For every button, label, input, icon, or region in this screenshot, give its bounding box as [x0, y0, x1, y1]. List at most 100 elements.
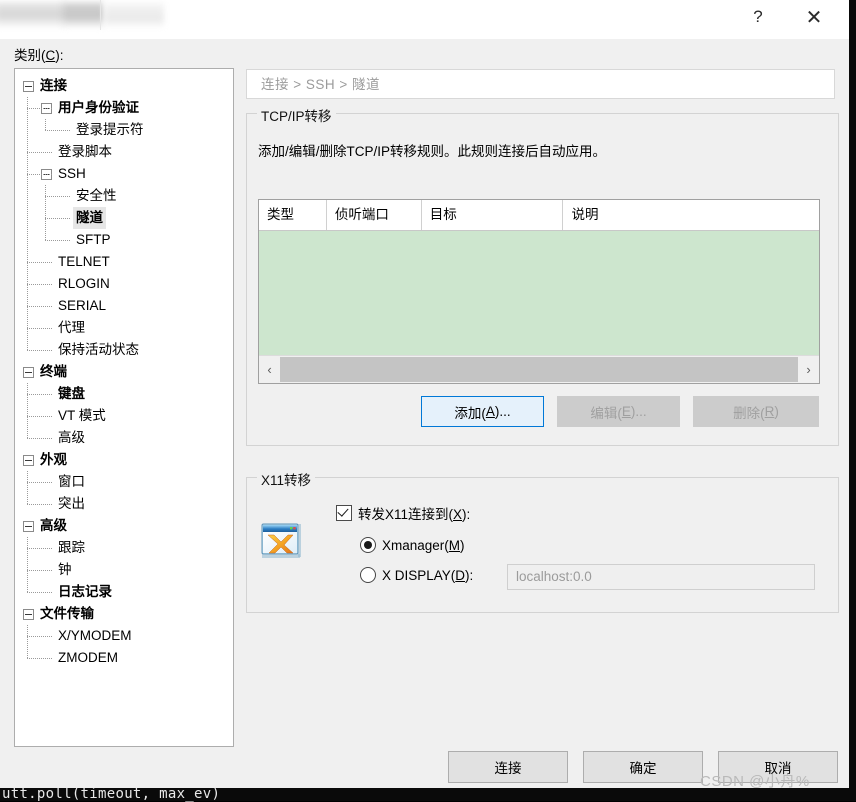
tree-connector [27, 394, 53, 395]
xdisplay-input[interactable]: localhost:0.0 [507, 564, 815, 590]
tree-item-label: RLOGIN [58, 276, 110, 291]
tree-connector [27, 152, 53, 153]
tcpip-forwarding-title: TCP/IP转移 [257, 105, 336, 125]
table-horizontal-scrollbar[interactable]: ‹ › [259, 355, 819, 383]
forward-x11-label: 转发X11连接到(X): [358, 503, 470, 523]
tree-connector [27, 548, 53, 549]
xdisplay-radio-row[interactable]: X DISPLAY(D): [360, 567, 473, 583]
tree-item-label: 突出 [58, 496, 85, 511]
column-header-description[interactable]: 说明 [563, 200, 819, 230]
collapse-icon[interactable] [23, 609, 34, 620]
xdisplay-label-prefix: X DISPLAY( [382, 567, 456, 583]
tree-item-label: 日志记录 [58, 584, 112, 599]
tree-guide [27, 471, 28, 504]
tree-item-20[interactable]: 高级 [15, 515, 233, 537]
tree-connector [27, 306, 53, 307]
xdisplay-radio[interactable] [360, 567, 376, 583]
tree-guide [27, 537, 28, 592]
tree-connector [27, 108, 53, 109]
collapse-icon[interactable] [23, 367, 34, 378]
add-rule-label-prefix: 添加( [454, 405, 486, 421]
tree-item-label: 连接 [40, 78, 67, 93]
delete-rule-accesskey: R [764, 404, 775, 419]
forward-x11-accesskey: X [453, 507, 463, 522]
scrollbar-thumb[interactable] [280, 357, 798, 382]
category-label-suffix: ): [55, 48, 64, 63]
category-tree[interactable]: 连接 用户身份验证 登录提示符 登录脚本 SSH 安全性 隧道 SFTP TELNET RLOGI… [14, 68, 234, 747]
tree-guide [45, 119, 46, 130]
tree-item-label: SFTP [76, 232, 111, 247]
scroll-left-icon[interactable]: ‹ [259, 357, 280, 382]
tree-item-label: 窗口 [58, 474, 85, 489]
tree-item-label: 高级 [40, 518, 67, 533]
edit-rule-button[interactable]: 编辑(E)... [557, 396, 680, 427]
add-rule-accesskey: A [485, 404, 495, 419]
column-header-type[interactable]: 类型 [259, 200, 327, 230]
xmanager-radio[interactable] [360, 537, 376, 553]
tree-item-17[interactable]: 外观 [15, 449, 233, 471]
tree-item-label: 跟踪 [58, 540, 85, 555]
tree-item-label: 隧道 [73, 207, 106, 229]
collapse-icon[interactable] [23, 521, 34, 532]
table-header-row: 类型 侦听端口 目标 说明 [259, 200, 819, 231]
tree-connector [27, 350, 53, 351]
tree-item-label: 保持活动状态 [58, 342, 139, 357]
table-body-empty[interactable] [259, 231, 819, 355]
add-rule-button[interactable]: 添加(A)... [421, 396, 544, 427]
x11-forwarding-group: X11转移 [246, 469, 839, 613]
tree-item-label: 登录提示符 [76, 122, 144, 137]
tree-item-label: 安全性 [76, 188, 117, 203]
column-header-destination[interactable]: 目标 [421, 200, 564, 230]
tree-item-0[interactable]: 连接 [15, 75, 233, 97]
tree-item-label: 代理 [58, 320, 85, 335]
edit-rule-label-suffix: )... [630, 404, 647, 419]
category-label: 类别(C): [14, 44, 64, 64]
tree-connector [27, 570, 53, 571]
category-label-prefix: 类别( [14, 48, 46, 63]
xmanager-accesskey: M [448, 537, 461, 553]
tree-item-label: SERIAL [58, 298, 107, 313]
ssh-tunneling-options-dialog: ? ✕ 类别(C): 连接 用户身份验证 登录提示符 登录脚本 SSH 安全性 隧道 SFTP… [0, 0, 849, 788]
forward-x11-checkbox[interactable] [336, 505, 352, 521]
tree-item-label: 高级 [58, 430, 85, 445]
edit-rule-accesskey: E [621, 404, 631, 419]
delete-rule-button[interactable]: 删除(R) [693, 396, 819, 427]
forwarding-rules-table[interactable]: 类型 侦听端口 目标 说明 ‹ › [258, 199, 820, 384]
title-bar: ? ✕ [0, 0, 849, 39]
collapse-icon[interactable] [23, 455, 34, 466]
tree-item-24[interactable]: 文件传输 [15, 603, 233, 625]
tree-connector [27, 284, 53, 285]
tcpip-forwarding-description: 添加/编辑/删除TCP/IP转移规则。此规则连接后自动应用。 [258, 144, 607, 159]
forward-x11-label-prefix: 转发X11连接到( [358, 507, 454, 522]
collapse-icon[interactable] [23, 81, 34, 92]
tree-item-label: VT 模式 [58, 408, 106, 423]
tree-item-label: SSH [58, 166, 86, 181]
cancel-button[interactable]: 取消 [718, 751, 838, 783]
title-tab-separator [100, 0, 101, 30]
tree-item-13[interactable]: 终端 [15, 361, 233, 383]
redacted-title-block-2 [62, 0, 104, 28]
redacted-title-block-1 [0, 0, 66, 28]
edit-rule-label-prefix: 编辑( [590, 405, 622, 421]
xmanager-label: Xmanager(M) [382, 538, 465, 553]
close-icon[interactable]: ✕ [791, 0, 837, 34]
xdisplay-label: X DISPLAY(D): [382, 568, 473, 583]
xmanager-label-suffix: ) [460, 537, 465, 553]
xdisplay-accesskey: D [455, 567, 466, 583]
ok-button[interactable]: 确定 [583, 751, 703, 783]
xmanager-radio-row[interactable]: Xmanager(M) [360, 537, 465, 553]
tree-connector [27, 482, 53, 483]
column-header-listen-port[interactable]: 侦听端口 [326, 200, 422, 230]
forward-x11-checkbox-row[interactable]: 转发X11连接到(X): [336, 503, 470, 523]
tree-connector [27, 262, 53, 263]
tree-connector [27, 438, 53, 439]
tree-connector [27, 174, 53, 175]
help-icon[interactable]: ? [735, 0, 781, 34]
background-terminal-line: utt.poll(timeout, max_ev) [2, 786, 221, 802]
scroll-right-icon[interactable]: › [798, 357, 819, 382]
tree-item-label: 终端 [40, 364, 67, 379]
connect-button[interactable]: 连接 [448, 751, 568, 783]
tree-connector [27, 504, 53, 505]
tree-item-label: 外观 [40, 452, 67, 467]
tree-item-label: 用户身份验证 [58, 100, 139, 115]
